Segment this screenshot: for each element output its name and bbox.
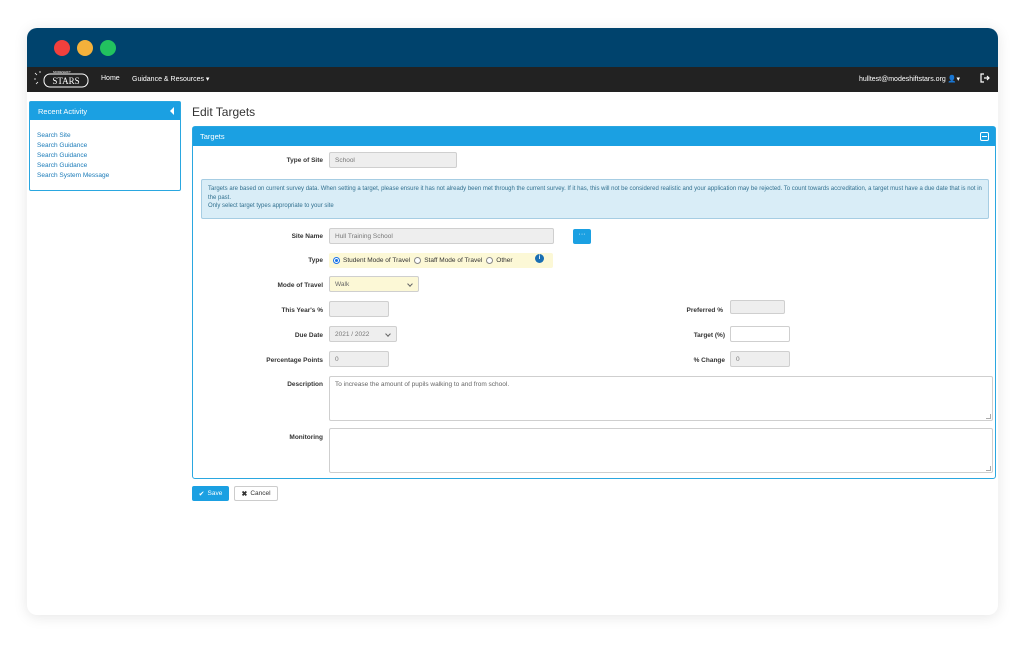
minimize-window-button[interactable] [77,40,93,56]
resize-handle-icon[interactable] [986,466,991,471]
this-years-percent-field[interactable] [329,301,389,317]
mode-of-travel-value: Walk [335,280,350,288]
percentage-points-value: 0 [335,355,339,363]
monitoring-textarea[interactable] [329,428,993,473]
nav-home-link[interactable]: Home [101,75,120,82]
page-title: Edit Targets [192,105,256,119]
close-icon: ✖ [241,490,248,498]
resize-handle-icon[interactable] [986,414,991,419]
user-menu[interactable]: hulltest@modeshiftstars.org 👤▾ [859,75,960,83]
info-text: Targets are based on current survey data… [208,186,982,201]
site-name-label: Site Name [291,233,323,240]
close-window-button[interactable] [54,40,70,56]
description-value: To increase the amount of pupils walking… [335,381,510,388]
preferred-percent-label: Preferred % [686,307,724,314]
info-text-note: Only select target types appropriate to … [208,203,334,209]
target-percent-input[interactable] [730,326,790,342]
radio-staff-mode[interactable]: Staff Mode of Travel [414,257,482,264]
targets-panel-title: Targets [200,132,225,141]
user-icon: 👤 [947,76,957,83]
site-name-value: Hull Training School [335,232,393,240]
recent-activity-link[interactable]: Search Guidance [37,161,173,171]
percent-change-label: % Change [693,357,725,364]
cancel-label: Cancel [250,490,271,497]
logout-icon[interactable] [980,73,990,83]
radio-checked-icon [333,257,340,264]
site-picker-button[interactable]: ··· [573,229,591,244]
percentage-points-field[interactable]: 0 [329,351,389,367]
chevron-down-icon [385,331,391,337]
window-titlebar [27,28,998,67]
radio-unchecked-icon [486,257,494,264]
due-date-value: 2021 / 2022 [335,330,370,338]
type-of-site-field[interactable]: School [329,152,457,168]
modeshift-stars-logo[interactable]: STARS MODESHIFT [32,69,92,90]
monitoring-label: Monitoring [289,434,323,441]
info-alert: Targets are based on current survey data… [201,179,989,219]
cancel-button[interactable]: ✖ Cancel [234,486,278,501]
recent-activity-link[interactable]: Search Guidance [37,141,173,151]
preferred-percent-field[interactable] [730,300,785,314]
collapse-sidebar-icon[interactable] [170,107,174,115]
radio-unchecked-icon [414,257,422,264]
nav-guidance-label: Guidance & Resources [132,76,204,83]
target-percent-label: Target (%) [693,332,725,339]
svg-text:MODESHIFT: MODESHIFT [53,70,71,74]
user-email: hulltest@modeshiftstars.org [858,76,946,83]
browser-window: STARS MODESHIFT Home Guidance & Resource… [27,28,998,615]
recent-activity-title: Recent Activity [38,107,88,116]
percent-change-value: 0 [736,355,740,363]
save-label: Save [207,490,223,497]
radio-label: Student Mode of Travel [343,257,411,264]
description-label: Description [287,381,323,388]
percent-change-field[interactable]: 0 [730,351,790,367]
nav-guidance-dropdown[interactable]: Guidance & Resources ▾ [132,75,209,83]
radio-student-mode[interactable]: Student Mode of Travel [333,257,410,264]
type-radio-group: Student Mode of Travel Staff Mode of Tra… [329,253,553,268]
radio-label: Staff Mode of Travel [424,257,483,264]
info-icon[interactable]: i [535,254,544,263]
this-years-percent-label: This Year's % [281,307,323,314]
chevron-down-icon [407,281,413,287]
save-button[interactable]: ✔ Save [192,486,229,501]
top-navbar: STARS MODESHIFT Home Guidance & Resource… [27,67,998,92]
site-name-field[interactable]: Hull Training School [329,228,554,244]
recent-activity-link[interactable]: Search Site [37,131,173,141]
type-of-site-label: Type of Site [286,157,323,164]
targets-panel-header: Targets [193,127,995,146]
due-date-label: Due Date [294,332,323,339]
due-date-select[interactable]: 2021 / 2022 [329,326,397,342]
type-label: Type [308,257,323,264]
radio-label: Other [496,257,513,264]
mode-of-travel-select[interactable]: Walk [329,276,419,292]
description-textarea[interactable]: To increase the amount of pupils walking… [329,376,993,421]
recent-activity-link[interactable]: Search Guidance [37,151,173,161]
targets-panel: Targets Type of Site School Targets are … [192,126,996,479]
recent-activity-panel: Recent Activity Search Site Search Guida… [29,101,181,191]
recent-activity-header: Recent Activity [30,102,180,120]
collapse-panel-icon[interactable] [980,132,989,141]
maximize-window-button[interactable] [100,40,116,56]
radio-other[interactable]: Other [486,257,513,264]
recent-activity-link[interactable]: Search System Message [37,171,173,181]
svg-text:STARS: STARS [52,76,79,86]
mode-of-travel-label: Mode of Travel [277,282,323,289]
type-of-site-value: School [335,156,355,164]
check-icon: ✔ [198,490,205,498]
percentage-points-label: Percentage Points [266,357,323,364]
